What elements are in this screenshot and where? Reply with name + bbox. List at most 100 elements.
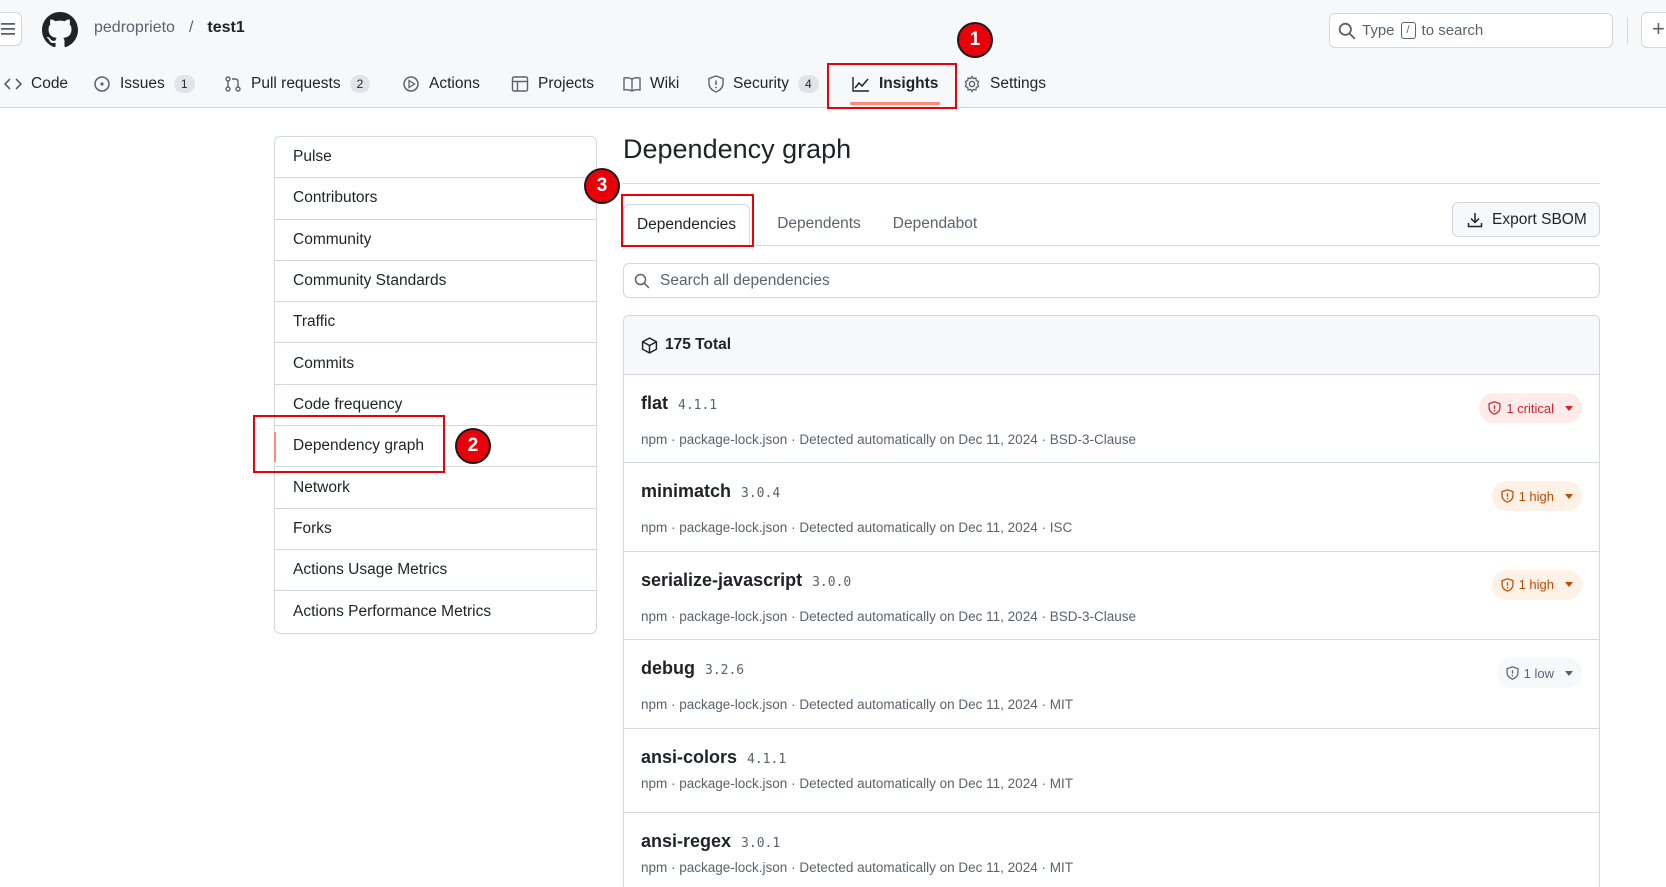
search-prefix: Type — [1362, 22, 1395, 39]
pull-request-icon — [225, 76, 241, 92]
dependency-name[interactable]: serialize-javascript — [641, 570, 802, 591]
tab-pull-requests[interactable]: Pull requests 2 — [224, 64, 371, 104]
download-icon — [1467, 212, 1483, 227]
dependency-meta: npm · package-lock.json · Detected autom… — [641, 520, 1073, 536]
tab-dependencies[interactable]: Dependencies — [623, 204, 750, 244]
tab-issues[interactable]: Issues 1 — [93, 64, 195, 104]
global-search-input[interactable]: Type / to search — [1329, 13, 1613, 48]
severity-label: 1 high — [1518, 488, 1554, 504]
table-icon — [511, 76, 529, 92]
list-item: flat 4.1.1 npm · package-lock.json · Det… — [624, 375, 1599, 464]
shield-alert-icon — [1501, 577, 1514, 592]
list-item: debug 3.2.6 npm · package-lock.json · De… — [624, 640, 1599, 729]
search-icon — [634, 273, 650, 288]
graph-icon — [852, 77, 869, 92]
sidebar-item-code-frequency[interactable]: Code frequency — [275, 385, 596, 427]
shield-icon — [708, 75, 724, 93]
sidebar-item-pulse[interactable]: Pulse — [275, 137, 596, 179]
severity-label: 1 critical — [1506, 400, 1554, 416]
chevron-down-icon — [1565, 405, 1573, 411]
dependency-meta: npm · package-lock.json · Detected autom… — [641, 432, 1136, 447]
menu-button[interactable] — [0, 12, 22, 46]
dependency-meta: npm · package-lock.json · Detected autom… — [641, 697, 1073, 713]
export-sbom-label: Export SBOM — [1492, 210, 1587, 228]
tab-security-label: Security — [733, 75, 789, 92]
sidebar-item-forks[interactable]: Forks — [275, 509, 596, 550]
tab-dependabot[interactable]: Dependabot — [885, 204, 985, 244]
tab-insights[interactable]: Insights — [852, 64, 938, 104]
sidebar-item-community[interactable]: Community — [275, 220, 596, 261]
dependency-version: 3.0.1 — [741, 835, 781, 851]
severity-dropdown[interactable]: 1 low — [1496, 658, 1582, 689]
dependency-meta: npm · package-lock.json · Detected autom… — [641, 775, 1073, 791]
sidebar-item-dependency-graph[interactable]: Dependency graph — [274, 426, 596, 468]
security-count-badge: 4 — [798, 75, 819, 93]
tab-actions[interactable]: Actions — [402, 64, 480, 104]
github-logo-icon[interactable] — [42, 12, 78, 48]
sidebar-item-traffic[interactable]: Traffic — [275, 302, 596, 344]
repo-link[interactable]: test1 — [207, 19, 244, 37]
export-sbom-button[interactable]: Export SBOM — [1452, 202, 1600, 237]
tab-projects-label: Projects — [538, 75, 594, 92]
tab-pull-requests-label: Pull requests — [251, 75, 341, 92]
dependency-version: 3.0.4 — [741, 486, 781, 502]
issue-icon — [94, 76, 110, 92]
dependency-name[interactable]: debug — [641, 658, 695, 679]
issues-count-badge: 1 — [173, 75, 195, 93]
tab-actions-label: Actions — [429, 75, 480, 92]
tab-insights-label: Insights — [879, 75, 939, 92]
severity-dropdown[interactable]: 1 high — [1491, 481, 1582, 512]
severity-dropdown[interactable]: 1 critical — [1479, 393, 1582, 423]
tab-dependents[interactable]: Dependents — [769, 204, 869, 244]
step-badge-1: 1 — [957, 22, 993, 58]
breadcrumb: pedroprieto / test1 — [94, 19, 245, 37]
tab-issues-label: Issues — [120, 75, 165, 92]
list-item: ansi-colors 4.1.1 npm · package-lock.jso… — [624, 729, 1599, 813]
repo-header: pedroprieto / test1 Type / to search + C… — [0, 0, 1666, 108]
insights-sidebar: Pulse Contributors Community Community S… — [274, 136, 597, 634]
owner-link[interactable]: pedroprieto — [94, 19, 175, 37]
page-title: Dependency graph — [623, 134, 852, 164]
sidebar-item-actions-performance-metrics[interactable]: Actions Performance Metrics — [275, 591, 596, 632]
tab-security[interactable]: Security 4 — [708, 64, 819, 104]
tab-wiki[interactable]: Wiki — [623, 64, 679, 104]
tab-settings[interactable]: Settings — [963, 64, 1046, 104]
step-badge-2: 2 — [455, 428, 491, 464]
chevron-down-icon — [1565, 670, 1573, 676]
hamburger-icon — [1, 23, 15, 35]
dependency-name[interactable]: flat — [641, 393, 668, 414]
create-new-button[interactable]: + — [1641, 12, 1666, 48]
sidebar-item-network[interactable]: Network — [275, 467, 596, 509]
tab-settings-label: Settings — [990, 75, 1047, 92]
tabs-divider — [623, 245, 1600, 246]
dependency-name[interactable]: ansi-colors — [641, 747, 737, 768]
book-icon — [623, 76, 641, 92]
dependency-list: 175 Total flat 4.1.1 npm · package-lock.… — [623, 315, 1600, 887]
sidebar-item-community-standards[interactable]: Community Standards — [275, 261, 596, 303]
dependency-search-input[interactable]: Search all dependencies — [623, 263, 1600, 298]
dependency-name[interactable]: minimatch — [641, 481, 731, 502]
chevron-down-icon — [1565, 582, 1573, 588]
list-item: serialize-javascript 3.0.0 npm · package… — [624, 552, 1599, 641]
dependency-meta: npm · package-lock.json · Detected autom… — [641, 608, 1136, 624]
dependency-version: 3.2.6 — [705, 663, 745, 679]
slash-key-hint: / — [1400, 22, 1416, 39]
tab-projects[interactable]: Projects — [511, 64, 594, 104]
dependency-search-placeholder: Search all dependencies — [660, 271, 830, 289]
dependency-version: 3.0.0 — [812, 574, 852, 590]
dependency-version: 4.1.1 — [678, 398, 718, 413]
tab-code[interactable]: Code — [4, 64, 68, 104]
tab-wiki-label: Wiki — [650, 75, 680, 92]
dependency-meta: npm · package-lock.json · Detected autom… — [641, 859, 1073, 875]
sidebar-item-commits[interactable]: Commits — [275, 343, 596, 385]
dependency-name[interactable]: ansi-regex — [641, 831, 731, 852]
sidebar-item-contributors[interactable]: Contributors — [275, 178, 596, 220]
severity-label: 1 high — [1518, 577, 1554, 593]
list-item: ansi-regex 3.0.1 npm · package-lock.json… — [624, 813, 1599, 887]
gear-icon — [964, 75, 980, 93]
header-divider — [1627, 18, 1628, 44]
severity-dropdown[interactable]: 1 high — [1491, 569, 1582, 600]
breadcrumb-separator: / — [188, 19, 194, 36]
shield-alert-icon — [1506, 666, 1519, 681]
sidebar-item-actions-usage-metrics[interactable]: Actions Usage Metrics — [275, 550, 596, 592]
